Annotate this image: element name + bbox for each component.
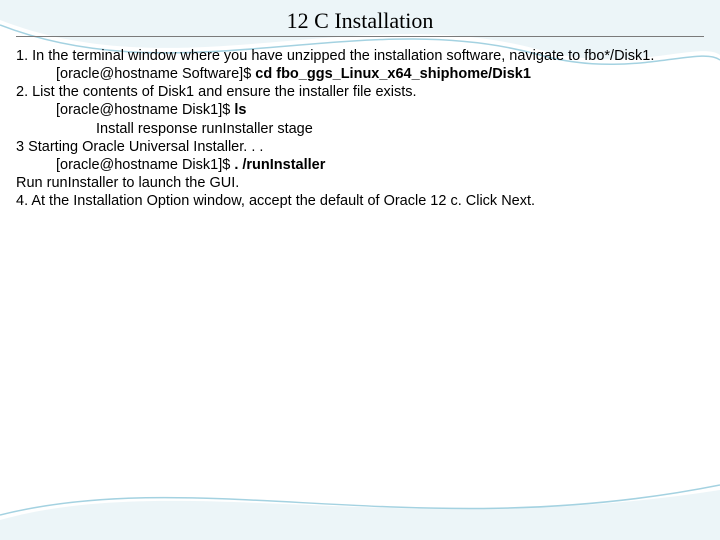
step-2-cmd: [oracle@hostname Disk1]$ ls bbox=[16, 101, 704, 119]
prompt-prefix: [oracle@hostname Disk1]$ bbox=[56, 157, 234, 173]
step-1-cmd: [oracle@hostname Software]$ cd fbo_ggs_L… bbox=[16, 65, 704, 83]
prompt-prefix: [oracle@hostname Disk1]$ bbox=[56, 102, 234, 118]
instruction-body: 1. In the terminal window where you have… bbox=[16, 47, 704, 210]
prompt-prefix: [oracle@hostname Software]$ bbox=[56, 66, 255, 82]
step-4: 4. At the Installation Option window, ac… bbox=[16, 192, 704, 210]
cmd-ls: ls bbox=[234, 102, 246, 118]
step-2-output: Install response runInstaller stage bbox=[16, 120, 704, 138]
step-3-note: Run runInstaller to launch the GUI. bbox=[16, 174, 704, 192]
cmd-run: . /runInstaller bbox=[234, 157, 325, 173]
step-3: 3 Starting Oracle Universal Installer. .… bbox=[16, 138, 704, 156]
step-3-cmd: [oracle@hostname Disk1]$ . /runInstaller bbox=[16, 156, 704, 174]
title-underline bbox=[16, 36, 704, 37]
cmd-cd: cd fbo_ggs_Linux_x64_shiphome/Disk1 bbox=[255, 66, 531, 82]
step-1: 1. In the terminal window where you have… bbox=[16, 47, 704, 65]
page-title: 12 C Installation bbox=[16, 8, 704, 34]
step-2: 2. List the contents of Disk1 and ensure… bbox=[16, 83, 704, 101]
